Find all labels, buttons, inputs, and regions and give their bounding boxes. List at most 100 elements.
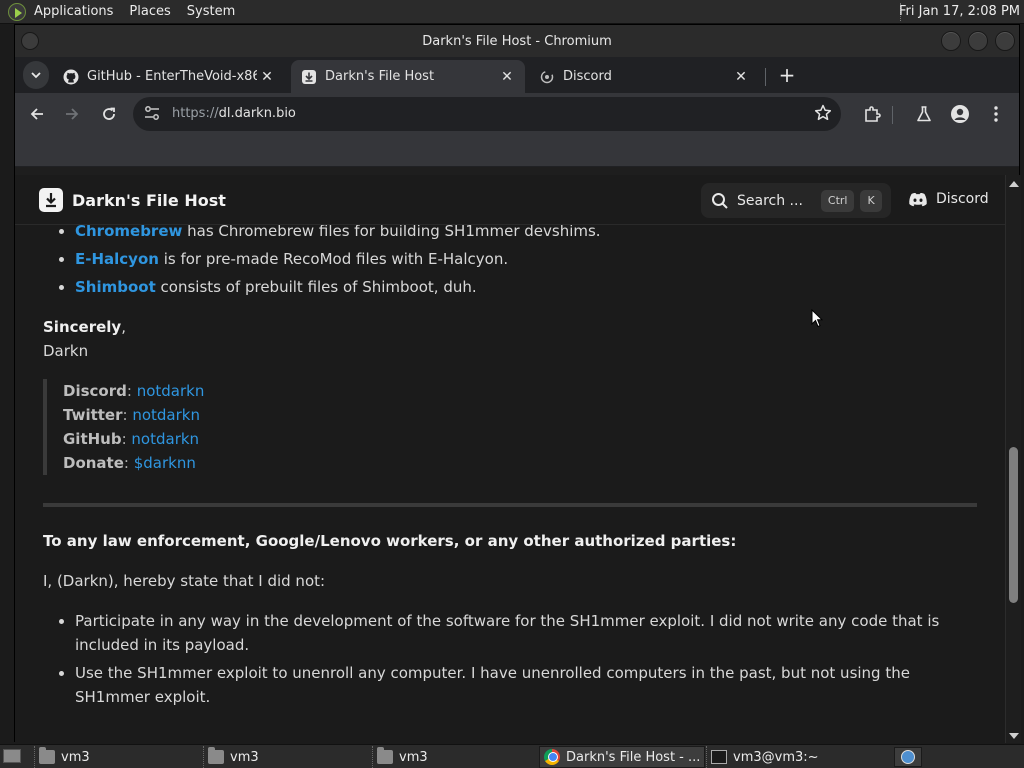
forward-button[interactable] — [58, 100, 86, 128]
misc-list: Chromebrew has Chromebrew files for buil… — [43, 219, 977, 299]
labs-button[interactable] — [910, 100, 938, 128]
browser-toolbar: https://dl.darkn.bio — [15, 93, 1019, 135]
contact-label: Discord — [63, 382, 127, 400]
url-host: dl.darkn.bio — [218, 106, 296, 121]
discord-contact-link[interactable]: notdarkn — [137, 382, 205, 400]
list-item: Use the SH1mmer exploit to unenroll any … — [75, 661, 977, 709]
discord-icon — [539, 69, 555, 85]
tab-title: GitHub - EnterTheVoid-x86/ — [87, 69, 257, 84]
scroll-down-arrow-icon[interactable] — [1009, 733, 1019, 739]
top-panel: Applications Places System Fri Jan 17, 2… — [0, 0, 1024, 24]
tab-darkns-file-host[interactable]: Darkn's File Host ✕ — [291, 60, 525, 93]
github-contact-link[interactable]: notdarkn — [131, 430, 199, 448]
taskbar-item-terminal[interactable]: vm3@vm3:~ — [706, 746, 872, 768]
page-scrollbar[interactable] — [1005, 175, 1021, 743]
show-desktop-icon[interactable] — [3, 749, 21, 763]
flask-icon — [917, 106, 931, 122]
menu-button[interactable] — [982, 100, 1010, 128]
new-tab-button[interactable]: + — [773, 61, 801, 89]
search-icon — [711, 192, 729, 210]
clock[interactable]: Fri Jan 17, 2:08 PM — [899, 4, 1020, 19]
puzzle-icon — [865, 106, 881, 122]
bottom-taskbar: vm3 vm3 vm3 Darkn's File Host - ... vm3@… — [0, 744, 1024, 768]
page-viewport: Darkn's File Host Search ... Ctrl K Disc… — [15, 175, 1021, 743]
sign-off-word: Sincerely — [43, 318, 122, 336]
tab-close-icon[interactable]: ✕ — [257, 69, 277, 85]
close-window-button[interactable] — [995, 31, 1015, 51]
contact-row: Discord: notdarkn — [63, 382, 205, 400]
folder-icon — [208, 747, 224, 764]
extensions-button[interactable] — [858, 100, 886, 128]
search-label: Search ... — [737, 192, 803, 209]
contact-label: GitHub — [63, 430, 122, 448]
window-title: Darkn's File Host - Chromium — [422, 33, 612, 49]
back-button[interactable] — [23, 100, 51, 128]
window-titlebar[interactable]: Darkn's File Host - Chromium — [15, 25, 1019, 57]
e-halcyon-link[interactable]: E-Halcyon — [75, 250, 159, 268]
tab-close-icon[interactable]: ✕ — [497, 69, 517, 85]
contact-row: GitHub: notdarkn — [63, 430, 200, 448]
twitter-contact-link[interactable]: notdarkn — [132, 406, 200, 424]
contact-label: Donate — [63, 454, 124, 472]
discord-nav-label: Discord — [936, 191, 989, 207]
url-text[interactable]: https://dl.darkn.bio — [172, 106, 296, 121]
mouse-cursor-icon — [811, 309, 823, 328]
browser-window: Darkn's File Host - Chromium GitHub - En… — [14, 24, 1021, 743]
contact-row: Twitter: notdarkn — [63, 406, 200, 424]
tab-search-button[interactable] — [23, 61, 49, 89]
site-header: Darkn's File Host Search ... Ctrl K Disc… — [15, 175, 1005, 225]
bookmark-star-icon[interactable] — [813, 103, 833, 127]
contact-label: Twitter — [63, 406, 123, 424]
shortcut-key-k: K — [860, 189, 882, 212]
address-bar[interactable]: https://dl.darkn.bio — [133, 97, 841, 131]
folder-icon — [377, 747, 393, 764]
reload-button[interactable] — [95, 100, 123, 128]
places-menu[interactable]: Places — [129, 4, 170, 19]
arrow-right-icon — [66, 108, 79, 120]
sign-off-comma: , — [121, 318, 126, 336]
list-item: Participate in any way in the developmen… — [75, 609, 977, 657]
distro-logo-icon[interactable] — [8, 2, 26, 21]
shimboot-link[interactable]: Shimboot — [75, 278, 156, 296]
page-content: Chromebrew has Chromebrew files for buil… — [43, 219, 977, 713]
site-info-icon[interactable] — [143, 104, 161, 126]
donate-link[interactable]: $darknn — [134, 454, 196, 472]
window-menu-icon[interactable] — [21, 32, 39, 50]
shortcut-key-ctrl: Ctrl — [820, 189, 855, 212]
statement-list: Participate in any way in the developmen… — [43, 609, 977, 709]
minimize-button[interactable] — [941, 31, 961, 51]
workspace-icon — [901, 750, 915, 764]
tab-discord[interactable]: Discord ✕ — [529, 60, 759, 93]
site-brand[interactable]: Darkn's File Host — [39, 188, 226, 212]
profile-button[interactable] — [946, 100, 974, 128]
list-item: Shimboot consists of prebuilt files of S… — [75, 275, 977, 299]
url-protocol: https:// — [172, 106, 219, 121]
taskbar-item-label: Darkn's File Host - ... — [566, 749, 701, 765]
discord-nav-link[interactable]: Discord — [908, 191, 989, 207]
bookmarks-bar — [15, 135, 1019, 167]
contact-blockquote: Discord: notdarkn Twitter: notdarkn GitH… — [43, 379, 977, 475]
sign-off: Sincerely, — [43, 315, 977, 339]
taskbar-item-label: vm3 — [230, 749, 259, 765]
download-icon — [39, 188, 63, 212]
scroll-thumb[interactable] — [1009, 447, 1018, 603]
taskbar-item-chromium[interactable]: Darkn's File Host - ... — [539, 746, 705, 768]
system-menu[interactable]: System — [187, 4, 235, 19]
chromium-icon — [544, 749, 560, 765]
horizontal-rule — [43, 503, 977, 507]
site-search-button[interactable]: Search ... Ctrl K — [701, 183, 891, 218]
taskbar-item-label: vm3 — [61, 749, 90, 765]
taskbar-item-folder[interactable]: vm3 — [34, 746, 202, 768]
maximize-button[interactable] — [968, 31, 988, 51]
contact-row: Donate: $darknn — [63, 454, 196, 472]
signature: Darkn — [43, 342, 89, 360]
list-item: E-Halcyon is for pre-made RecoMod files … — [75, 247, 977, 271]
applications-menu[interactable]: Applications — [34, 4, 113, 19]
tab-github[interactable]: GitHub - EnterTheVoid-x86/ ✕ — [53, 60, 285, 93]
workspace-switcher[interactable] — [894, 747, 922, 767]
avatar-icon — [951, 105, 969, 123]
tab-close-icon[interactable]: ✕ — [731, 69, 751, 85]
taskbar-item-folder[interactable]: vm3 — [203, 746, 371, 768]
taskbar-item-folder[interactable]: vm3 — [372, 746, 538, 768]
scroll-up-arrow-icon[interactable] — [1009, 181, 1019, 187]
